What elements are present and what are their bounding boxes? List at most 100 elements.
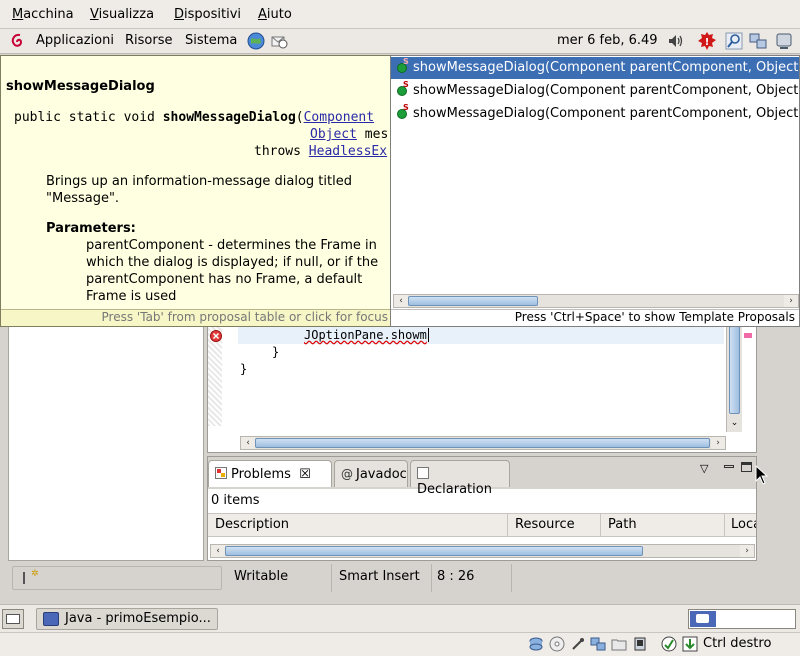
javadoc-description-2: "Message". — [46, 191, 120, 206]
network-icon[interactable] — [749, 32, 767, 50]
problems-view-tabbar: Problems ☒ @ Javadoc Declaration ▽ — [208, 457, 756, 497]
javadoc-param-line: parentComponent has no Frame, a default — [86, 272, 363, 287]
workspace-switcher[interactable] — [688, 609, 796, 629]
column-location[interactable]: Loca — [731, 513, 756, 536]
scroll-left-icon[interactable]: ‹ — [241, 437, 255, 449]
tab-declaration[interactable]: Declaration — [410, 460, 510, 497]
overview-error-marker[interactable] — [744, 333, 752, 338]
javadoc-param-line: Frame is used — [86, 289, 177, 304]
vrdp-icon[interactable] — [632, 636, 648, 652]
svg-text:!: ! — [705, 37, 710, 48]
object-type-link[interactable]: Object — [310, 127, 357, 142]
search-icon[interactable] — [725, 32, 743, 50]
proposal-item[interactable]: S showMessageDialog(Component parentComp… — [391, 57, 799, 79]
code-line-9: } — [272, 345, 280, 359]
java-editor[interactable]: JOptionPane.showm } } ⌄ ‹ › — [207, 325, 757, 453]
static-overlay-icon: S — [403, 103, 409, 112]
proposals-hscroll-thumb[interactable] — [408, 296, 538, 306]
proposals-hscrollbar[interactable]: ‹ › — [393, 294, 799, 308]
headless-exception-link[interactable]: HeadlessEx — [309, 144, 387, 159]
scroll-right-icon[interactable]: › — [740, 545, 754, 557]
view-menu-icon[interactable]: ▽ — [700, 462, 708, 475]
javadoc-popup[interactable]: showMessageDialog public static void sho… — [0, 55, 392, 327]
javadoc-params-heading: Parameters: — [46, 221, 136, 236]
network-adapter-icon[interactable] — [590, 636, 606, 652]
usb-icon[interactable] — [570, 636, 586, 652]
volume-icon[interactable] — [667, 32, 685, 50]
javadoc-signature: public static void showMessageDialog(Com… — [14, 110, 375, 125]
package-explorer-view[interactable] — [8, 325, 204, 561]
menu-aiuto[interactable]: Aiuto — [258, 7, 292, 22]
static-overlay-icon: S — [403, 57, 409, 66]
code-line-8: JOptionPane.showm — [304, 328, 429, 342]
applications-menu[interactable]: Applicazioni — [36, 33, 114, 48]
menu-visualizza[interactable]: Visualizza — [90, 7, 154, 22]
javadoc-throws: throws HeadlessEx — [254, 144, 388, 159]
column-description[interactable]: Description — [215, 513, 508, 536]
proposal-item[interactable]: S showMessageDialog(Component parentComp… — [391, 103, 799, 125]
javadoc-signature-line2: Object mes — [310, 127, 389, 142]
tab-problems[interactable]: Problems ☒ — [208, 460, 332, 487]
scroll-left-icon[interactable]: ‹ — [211, 545, 225, 557]
host-key-label: Ctrl destro — [703, 636, 772, 651]
mouse-cursor-icon — [755, 465, 769, 485]
minimize-icon[interactable] — [724, 465, 734, 468]
maximize-icon[interactable] — [741, 462, 752, 472]
declaration-icon — [417, 467, 429, 479]
proposal-item[interactable]: S showMessageDialog(Component parentComp… — [391, 80, 799, 102]
static-overlay-icon: S — [403, 80, 409, 89]
web-browser-icon[interactable] — [247, 32, 265, 50]
shared-folder-icon[interactable] — [611, 636, 627, 652]
editor-hscrollbar[interactable]: ‹ › — [240, 436, 726, 450]
template-proposals-hint: Press 'Ctrl+Space' to show Template Prop… — [391, 309, 799, 326]
places-menu[interactable]: Risorse — [125, 33, 173, 48]
hard-disk-icon[interactable] — [528, 636, 544, 652]
content-assist-proposals[interactable]: S showMessageDialog(Component parentComp… — [390, 55, 800, 327]
debian-swirl-icon[interactable] — [9, 32, 27, 50]
javadoc-param-line: parentComponent - determines the Frame i… — [86, 238, 377, 253]
gnome-bottom-panel: Java - primoEsempio... — [0, 604, 800, 632]
status-insert-mode: Smart Insert — [332, 564, 432, 592]
scroll-right-icon[interactable]: › — [784, 295, 798, 307]
editor-hscroll-thumb[interactable] — [255, 438, 710, 448]
mouse-integration-icon[interactable] — [682, 636, 698, 652]
editor-vscroll-thumb[interactable] — [729, 326, 740, 414]
javadoc-title: showMessageDialog — [6, 79, 155, 94]
workspace-1[interactable] — [690, 611, 716, 627]
problems-hscrollbar[interactable]: ‹ › — [210, 544, 755, 558]
problems-hscroll-thumb[interactable] — [225, 546, 643, 556]
cd-icon[interactable] — [549, 636, 565, 652]
column-resource[interactable]: Resource — [515, 513, 601, 536]
gnome-top-panel: Applicazioni Risorse Sistema mer 6 feb, … — [0, 29, 800, 54]
virtualization-icon[interactable] — [661, 636, 677, 652]
system-menu[interactable]: Sistema — [185, 33, 237, 48]
email-client-icon[interactable] — [270, 32, 288, 50]
eclipse-app-icon — [43, 612, 59, 626]
show-desktop-icon[interactable] — [2, 609, 24, 629]
problems-icon — [215, 467, 227, 479]
scroll-down-icon[interactable]: ⌄ — [728, 418, 741, 430]
tab-javadoc[interactable]: @ Javadoc — [334, 460, 408, 487]
vbox-status-bar: Ctrl destro — [0, 632, 800, 656]
javadoc-description: Brings up an information-message dialog … — [46, 174, 352, 189]
error-marker-icon[interactable] — [210, 330, 222, 342]
at-icon: @ — [341, 467, 353, 481]
problems-count: 0 items — [211, 493, 260, 508]
editor-vscrollbar[interactable]: ⌄ — [726, 326, 742, 432]
status-left-field: ✲ — [12, 566, 222, 590]
eclipse-status-bar: ✲ Writable Smart Insert 8 : 26 — [8, 564, 758, 592]
code-line-10: } — [240, 362, 248, 376]
column-path[interactable]: Path — [608, 513, 725, 536]
javadoc-focus-hint[interactable]: Press 'Tab' from proposal table or click… — [1, 309, 391, 326]
problems-view: Problems ☒ @ Javadoc Declaration ▽ 0 item… — [207, 456, 757, 561]
scroll-right-icon[interactable]: › — [711, 437, 725, 449]
power-icon[interactable] — [775, 32, 793, 50]
scroll-left-icon[interactable]: ‹ — [394, 295, 408, 307]
update-alert-icon[interactable]: ! — [698, 32, 716, 50]
close-tab-icon[interactable]: ☒ — [299, 467, 311, 482]
menu-macchina[interactable]: Macchina — [12, 7, 74, 22]
taskbar-window-button[interactable]: Java - primoEsempio... — [36, 608, 218, 630]
component-type-link[interactable]: Component — [304, 110, 374, 125]
clock[interactable]: mer 6 feb, 6.49 — [557, 33, 658, 48]
menu-dispositivi[interactable]: Dispositivi — [174, 7, 241, 22]
